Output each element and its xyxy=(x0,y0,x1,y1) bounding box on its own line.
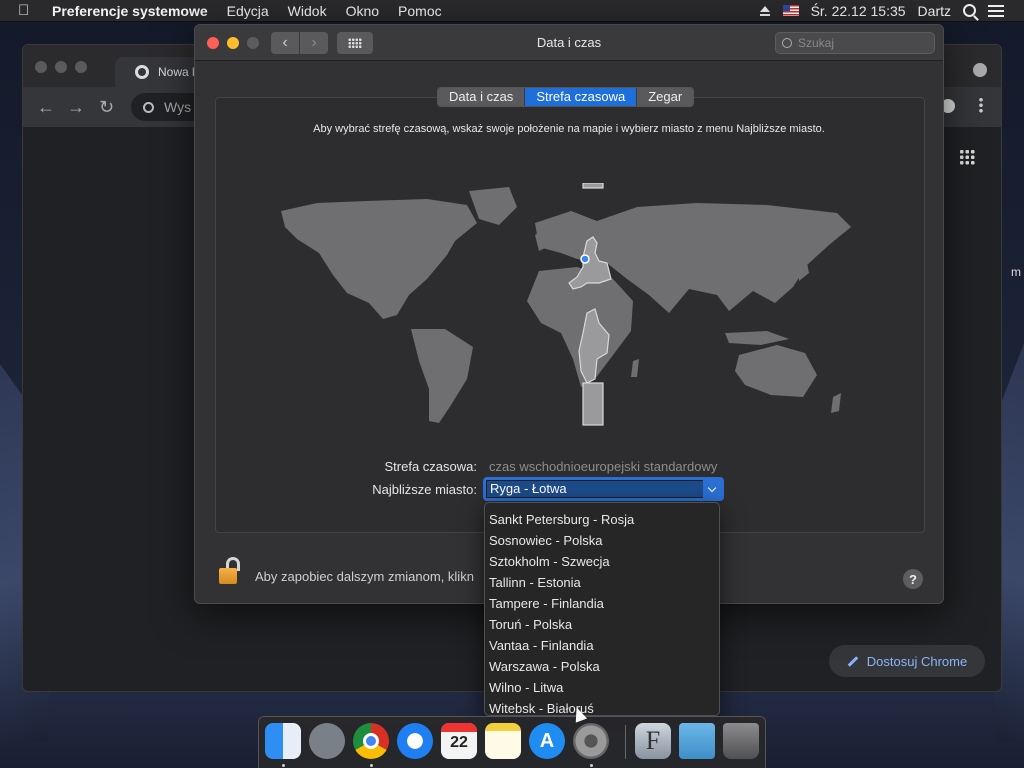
map-timezone-band-top xyxy=(582,183,604,189)
map-indonesia xyxy=(725,331,789,345)
map-australia xyxy=(735,345,817,397)
tab-zegar[interactable]: Zegar xyxy=(637,88,694,106)
search-input[interactable]: Szukaj xyxy=(775,32,935,54)
trash-icon[interactable] xyxy=(723,723,759,759)
help-button[interactable]: ? xyxy=(903,569,923,589)
map-north-america xyxy=(281,199,477,319)
city-option[interactable]: Tampere - Finlandia xyxy=(485,593,719,614)
city-option[interactable]: Toruń - Polska xyxy=(485,614,719,635)
city-option[interactable]: Tallinn - Estonia xyxy=(485,572,719,593)
finder-icon[interactable] xyxy=(265,723,301,759)
notes-icon[interactable] xyxy=(485,723,521,759)
chrome-running-indicator xyxy=(370,764,373,767)
search-icon[interactable] xyxy=(963,4,976,17)
lock-hint-text: Aby zapobiec dalszym zmianom, klikn xyxy=(255,569,474,584)
system-preferences-icon[interactable] xyxy=(573,723,609,759)
chrome-zoom-button[interactable] xyxy=(75,61,87,73)
menu-bar:  Preferencje systemowe Edycja Widok Okn… xyxy=(0,0,1024,22)
city-option[interactable]: Warszawa - Polska xyxy=(485,656,719,677)
downloads-folder-icon[interactable] xyxy=(679,723,715,759)
google-apps-icon[interactable] xyxy=(959,149,975,165)
world-timezone-map[interactable] xyxy=(277,183,861,429)
timezone-label: Strefa czasowa: xyxy=(384,459,478,474)
chrome-tab-search-icon[interactable] xyxy=(973,63,987,77)
chrome-minimize-button[interactable] xyxy=(55,61,67,73)
chevron-down-icon[interactable] xyxy=(703,480,721,498)
padlock-icon[interactable] xyxy=(219,557,241,587)
pencil-icon xyxy=(847,655,859,667)
city-option[interactable]: Vantaa - Finlandia xyxy=(485,635,719,656)
finder-running-indicator xyxy=(282,764,285,767)
closest-city-label: Najbliższe miasto: xyxy=(372,482,477,497)
us-flag-icon[interactable] xyxy=(782,5,799,16)
reload-icon[interactable]: ↻ xyxy=(99,97,114,118)
map-location-pin-icon xyxy=(580,254,590,264)
map-south-america xyxy=(411,329,473,423)
map-madagascar xyxy=(631,359,639,377)
city-option[interactable]: Sztokholm - Szwecja xyxy=(485,551,719,572)
eject-icon[interactable] xyxy=(759,5,771,16)
omnibox-search-icon xyxy=(143,101,154,113)
menu-app-name[interactable]: Preferencje systemowe xyxy=(52,3,208,19)
map-greenland xyxy=(469,187,517,225)
window-titlebar: ‹ › Data i czas Szukaj xyxy=(195,25,943,61)
city-option[interactable]: Sosnowiec - Polska xyxy=(485,530,719,551)
tab-strefa-czasowa[interactable]: Strefa czasowa xyxy=(525,88,638,106)
menu-widok[interactable]: Widok xyxy=(288,3,327,19)
timezone-value: czas wschodnioeuropejski standardowy xyxy=(489,459,718,474)
dock: 22 A F xyxy=(258,716,766,768)
timezone-instruction: Aby wybrać strefę czasową, wskaż swoje p… xyxy=(313,123,825,135)
customize-chrome-button[interactable]: Dostosuj Chrome xyxy=(829,645,985,677)
calendar-day: 22 xyxy=(450,734,468,751)
chrome-close-button[interactable] xyxy=(35,61,47,73)
safari-icon[interactable] xyxy=(397,723,433,759)
city-option[interactable]: Witebsk - Białoruś xyxy=(485,698,719,715)
menu-okno[interactable]: Okno xyxy=(346,3,379,19)
search-field-icon xyxy=(782,38,792,48)
menu-pomoc[interactable]: Pomoc xyxy=(398,3,442,19)
chrome-menu-icon[interactable] xyxy=(979,97,983,113)
customize-chrome-label: Dostosuj Chrome xyxy=(866,653,968,669)
closest-city-combobox[interactable]: Ryga - Łotwa xyxy=(483,477,724,501)
chrome-icon[interactable] xyxy=(353,723,389,759)
tab-bar: Data i czas Strefa czasowa Zegar xyxy=(437,87,695,107)
closest-city-value[interactable]: Ryga - Łotwa xyxy=(487,481,703,497)
omnibox-placeholder: Wys xyxy=(164,99,192,115)
city-option[interactable]: Sankt Petersburg - Rosja xyxy=(485,509,719,530)
app-store-icon[interactable]: A xyxy=(529,723,565,759)
launchpad-icon[interactable] xyxy=(309,723,345,759)
notification-list-icon[interactable] xyxy=(988,4,1004,17)
apple-icon[interactable]:  xyxy=(18,2,40,19)
search-placeholder: Szukaj xyxy=(798,36,835,50)
map-new-zealand xyxy=(831,393,841,413)
chrome-edge-text: m xyxy=(1011,265,1021,279)
menu-edycja[interactable]: Edycja xyxy=(227,3,269,19)
map-timezone-band-bottom xyxy=(582,382,604,426)
tab-data-i-czas[interactable]: Data i czas xyxy=(438,88,526,106)
city-suggestions-dropdown: Sankt Petersburg - Rosja Sosnowiec - Pol… xyxy=(484,502,720,716)
dock-separator xyxy=(625,725,626,759)
font-book-icon[interactable]: F xyxy=(635,723,671,759)
forward-arrow-icon[interactable]: → xyxy=(67,97,85,118)
sysprefs-running-indicator xyxy=(590,764,593,767)
menubar-clock[interactable]: Śr. 22.12 15:35 xyxy=(811,3,906,19)
calendar-icon[interactable]: 22 xyxy=(441,723,477,759)
menubar-user[interactable]: Dartz xyxy=(918,3,951,19)
back-arrow-icon[interactable]: ← xyxy=(37,97,55,118)
chrome-favicon-icon xyxy=(135,65,149,79)
city-option[interactable]: Wilno - Litwa xyxy=(485,677,719,698)
